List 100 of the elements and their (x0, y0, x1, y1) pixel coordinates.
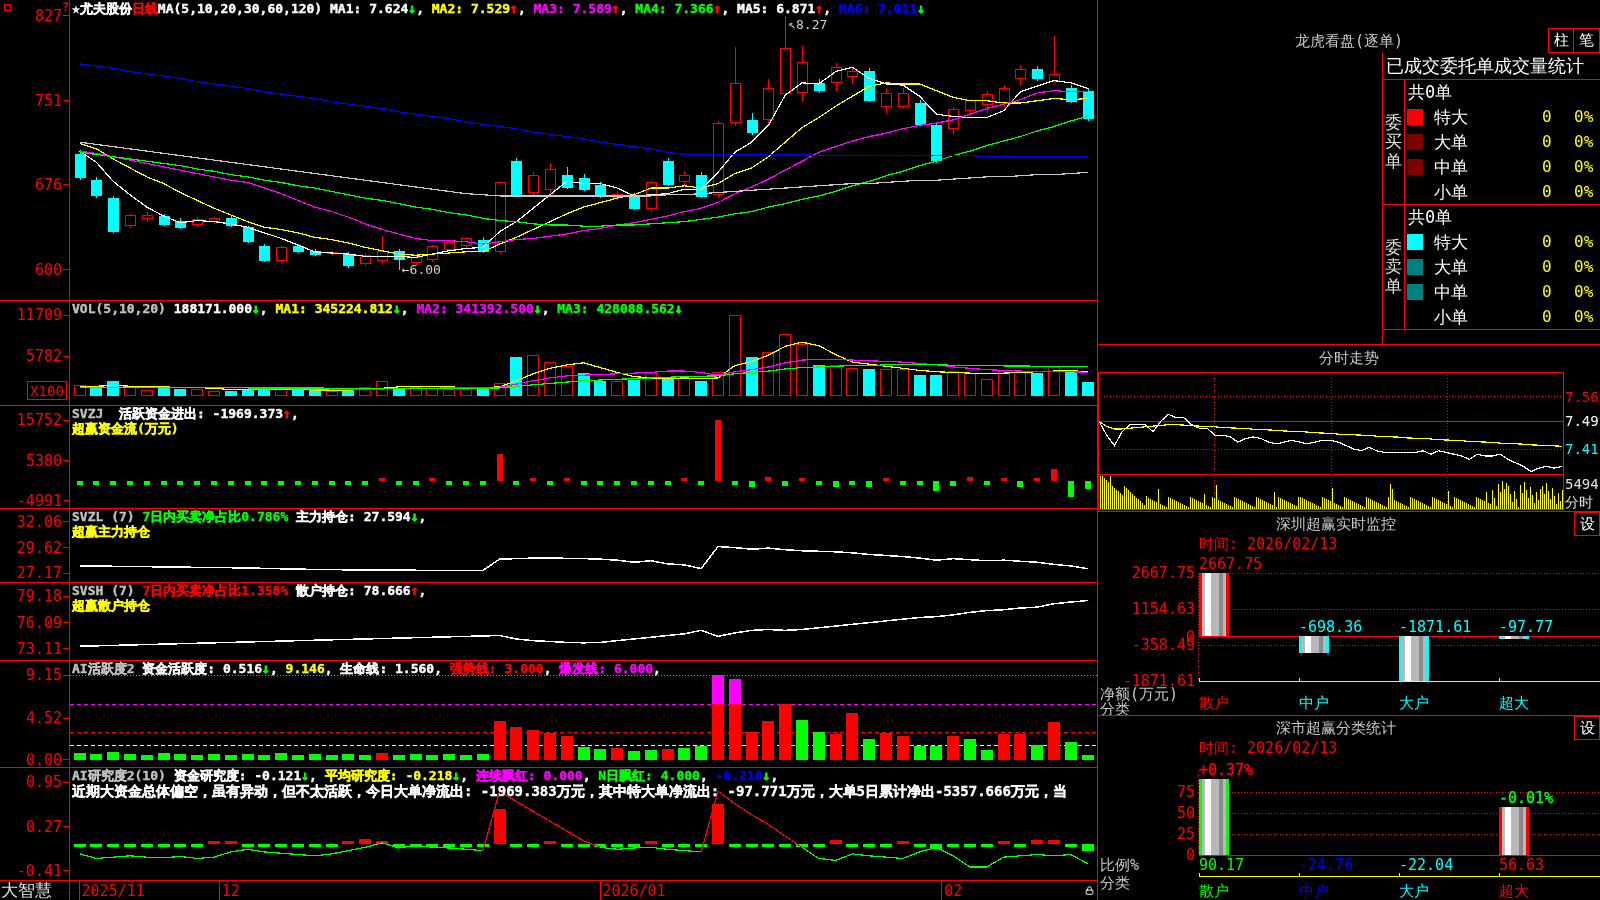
order-size-label: 小单 (1434, 306, 1468, 327)
price-annotation: ←6.00 (401, 262, 441, 278)
candlestick (1066, 84, 1077, 104)
fund-flow-bar (900, 481, 906, 485)
candlestick (276, 245, 287, 264)
change-label: -0.01% (1499, 789, 1554, 808)
research-bar (830, 840, 842, 845)
order-count: 0 (1542, 106, 1553, 127)
fund-flow-bar (597, 481, 603, 485)
indicator-legend: AI研究度2(10) 资金研究度: -0.121↓, 平均研究度: -0.218↓, 连续飘红: 0.000, N日飘红: 4.000, -0.218↓, (72, 768, 779, 783)
settings-button[interactable]: 设 (1574, 512, 1600, 536)
value-label: 2667.75 (1199, 555, 1263, 573)
fund-flow-bar (93, 481, 99, 485)
fund-flow-bar (648, 481, 654, 485)
fund-flow-bar (581, 481, 587, 485)
order-total: 共0单 (1408, 207, 1453, 227)
order-count: 0 (1542, 156, 1553, 177)
fund-flow-bar (161, 481, 167, 485)
research-bar (578, 844, 590, 848)
candlestick (159, 213, 170, 227)
indicator-legend: SVZJ 活跃资金进出: -1969.373↑, (72, 406, 299, 421)
chart-bar (1399, 636, 1429, 681)
volume-bar (141, 389, 153, 396)
unit-label: X100 (27, 381, 67, 400)
lock-icon[interactable] (1085, 885, 1094, 896)
research-bar (477, 844, 489, 848)
activity-bar (880, 733, 892, 760)
axis-label: 73.11 (16, 639, 62, 658)
order-share: 0% (1574, 106, 1595, 127)
research-bar (1065, 844, 1077, 848)
order-count: 0 (1542, 281, 1553, 302)
fund-flow-bar (362, 481, 368, 485)
fund-flow-bar (396, 481, 402, 485)
activity-bar (695, 746, 707, 760)
candlestick (747, 112, 758, 136)
activity-bar (292, 755, 304, 760)
volume-bar (158, 385, 170, 396)
candlestick (982, 90, 993, 114)
candlestick (831, 62, 842, 92)
chart-bar (1499, 807, 1529, 855)
fund-flow-bar (345, 481, 351, 485)
research-bar (897, 840, 909, 845)
volume-bar (326, 390, 338, 396)
fund-flow-bar (329, 481, 335, 485)
research-bar (998, 840, 1010, 845)
research-bar (628, 844, 640, 848)
candlestick (108, 195, 119, 234)
order-size-label: 中单 (1434, 281, 1468, 302)
candlestick (209, 216, 220, 225)
price-annotation: ↖8.27 (788, 17, 828, 33)
fund-flow-bar (816, 481, 822, 485)
research-bar (141, 844, 153, 848)
volume-bar (678, 377, 690, 396)
activity-bar (981, 749, 993, 760)
fund-flow-bar (497, 454, 503, 482)
category-label: 散户 (1199, 882, 1229, 900)
volume-bar (426, 387, 438, 396)
fund-flow-bar (295, 481, 301, 485)
fund-flow-bar (967, 476, 973, 482)
candlestick (377, 235, 388, 264)
candlestick (696, 171, 707, 199)
axis-label: 25 (1176, 825, 1195, 844)
activity-bar (914, 746, 926, 760)
volume-bar (376, 381, 388, 396)
axis-label: 75 (1176, 783, 1195, 802)
fund-flow-bar (732, 481, 738, 485)
research-bar (1014, 844, 1026, 848)
candlestick (814, 79, 825, 94)
candlestick (864, 67, 875, 103)
activity-bar (863, 738, 875, 760)
research-bar (359, 838, 371, 845)
volume-bar (342, 390, 354, 396)
fund-flow-bar (228, 481, 234, 485)
square-icon (4, 4, 11, 11)
candlestick (427, 244, 438, 263)
axis-label: 2667.75 (1131, 564, 1195, 583)
flag-mark: ? (62, 0, 69, 14)
volume-max-label: 5494 (1565, 476, 1599, 492)
activity-bar (124, 754, 136, 760)
research-bar (594, 844, 606, 848)
order-count: 0 (1542, 231, 1553, 252)
activity-bar (645, 749, 657, 760)
research-bar (309, 844, 321, 848)
candlestick (1049, 35, 1060, 85)
view-toggle-button[interactable]: 柱 (1548, 28, 1574, 53)
activity-bar (1082, 755, 1094, 760)
candlestick (75, 149, 86, 181)
volume-bar (796, 343, 808, 396)
fund-flow-bar (77, 481, 83, 485)
axis-label: 79.18 (16, 587, 62, 606)
settings-button[interactable]: 设 (1574, 716, 1600, 740)
panel-title: 分时走势 (1319, 350, 1379, 367)
research-bar (796, 844, 808, 848)
fund-flow-bar (480, 481, 486, 485)
view-toggle-button[interactable]: 笔 (1574, 28, 1600, 53)
fund-flow-bar (245, 481, 251, 485)
indicator-legend: SVSH (7) 7日内买卖净占比1.358% 散户持仓: 78.666↑, (72, 583, 427, 598)
volume-bar (813, 364, 825, 396)
research-bar (930, 844, 942, 850)
volume-bar (1048, 366, 1060, 396)
